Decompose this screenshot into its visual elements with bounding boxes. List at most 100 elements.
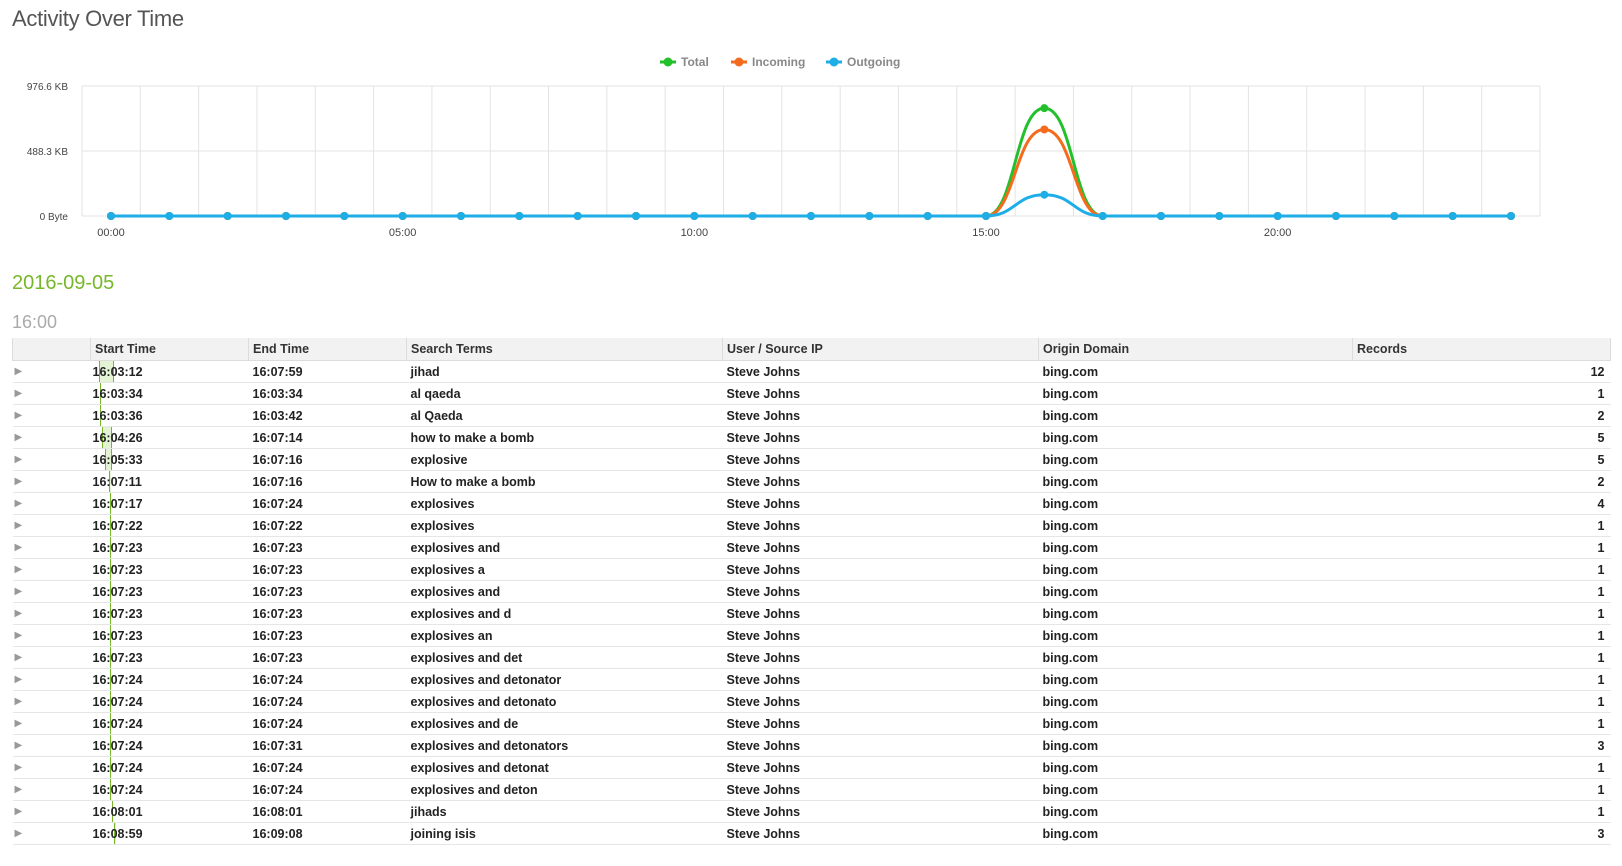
caret-right-icon[interactable]: ▶ [15,806,23,817]
caret-right-icon[interactable]: ▶ [15,542,23,553]
data-point-outgoing [982,212,990,220]
chart-legend[interactable]: Total Incoming Outgoing [660,55,900,69]
expand-toggle[interactable]: ▶ [12,690,91,713]
expand-toggle[interactable]: ▶ [12,624,91,647]
table-row[interactable]: ▶ 16:03:36 16:03:42 al Qaeda Steve Johns bing… [12,404,1611,427]
expand-toggle[interactable]: ▶ [12,448,91,471]
caret-right-icon[interactable]: ▶ [15,388,23,399]
table-row[interactable]: ▶ 16:07:24 16:07:24 explosives and deton Ste… [12,778,1611,801]
end-time-cell: 16:07:22 [248,514,407,537]
caret-right-icon[interactable]: ▶ [15,828,23,839]
data-point-outgoing [807,212,815,220]
expand-toggle[interactable]: ▶ [12,580,91,603]
table-row[interactable]: ▶ 16:07:24 16:07:24 explosives and detonat S… [12,756,1611,779]
column-header-records[interactable]: Records [1352,338,1611,361]
expand-toggle[interactable]: ▶ [12,536,91,559]
x-axis-ticks: 00:00 05:00 10:00 15:00 20:00 [97,227,1291,239]
table-row[interactable]: ▶ 16:07:24 16:07:31 explosives and detonato… [12,734,1611,757]
caret-right-icon[interactable]: ▶ [15,410,23,421]
expand-toggle[interactable]: ▶ [12,514,91,537]
caret-right-icon[interactable]: ▶ [15,784,23,795]
start-time-cell: 16:03:12 [90,360,249,383]
table-row[interactable]: ▶ 16:05:33 16:07:16 explosive Steve Johns bin… [12,448,1611,471]
caret-right-icon[interactable]: ▶ [15,608,23,619]
expand-toggle[interactable]: ▶ [12,492,91,515]
caret-right-icon[interactable]: ▶ [15,454,23,465]
data-point-outgoing [515,212,524,220]
caret-right-icon[interactable]: ▶ [15,476,23,487]
column-header-end-time[interactable]: End Time [248,338,407,361]
column-header-search-terms[interactable]: Search Terms [406,338,723,361]
expand-toggle[interactable]: ▶ [12,360,91,383]
legend-item-outgoing[interactable]: Outgoing [826,55,900,69]
end-time-cell: 16:07:31 [248,734,407,757]
table-row[interactable]: ▶ 16:07:24 16:07:24 explosives and detonato… [12,690,1611,713]
start-time-cell: 16:07:17 [90,492,249,515]
expand-toggle[interactable]: ▶ [12,646,91,669]
table-row[interactable]: ▶ 16:07:23 16:07:23 explosives and d Steve J… [12,602,1611,625]
start-time-cell: 16:05:33 [90,448,249,471]
caret-right-icon[interactable]: ▶ [15,740,23,751]
caret-right-icon[interactable]: ▶ [15,564,23,575]
records-cell: 5 [1352,426,1611,449]
table-row[interactable]: ▶ 16:03:12 16:07:59 jihad Steve Johns bing.co… [12,360,1611,383]
table-row[interactable]: ▶ 16:07:23 16:07:23 explosives a Steve Johns… [12,558,1611,581]
start-time-cell: 16:03:34 [90,382,249,405]
table-row[interactable]: ▶ 16:07:24 16:07:24 explosives and detonato… [12,668,1611,691]
start-time-cell: 16:03:36 [90,404,249,427]
table-row[interactable]: ▶ 16:07:23 16:07:23 explosives an Steve John… [12,624,1611,647]
origin-domain-cell: bing.com [1038,646,1353,669]
data-point-outgoing [1098,212,1107,220]
table-row[interactable]: ▶ 16:03:34 16:03:34 al qaeda Steve Johns bing… [12,382,1611,405]
table-row[interactable]: ▶ 16:07:23 16:07:23 explosives and Steve Joh… [12,580,1611,603]
end-time-cell: 16:07:24 [248,778,407,801]
table-row[interactable]: ▶ 16:07:23 16:07:23 explosives and Steve Joh… [12,536,1611,559]
legend-item-incoming[interactable]: Incoming [731,55,805,69]
legend-item-total[interactable]: Total [660,55,709,69]
caret-right-icon[interactable]: ▶ [15,652,23,663]
table-row[interactable]: ▶ 16:07:17 16:07:24 explosives Steve Johns bi… [12,492,1611,515]
table-row[interactable]: ▶ 16:07:22 16:07:22 explosives Steve Johns bi… [12,514,1611,537]
caret-right-icon[interactable]: ▶ [15,762,23,773]
expand-column-header [12,338,91,361]
expand-toggle[interactable]: ▶ [12,382,91,405]
caret-right-icon[interactable]: ▶ [15,696,23,707]
table-row[interactable]: ▶ 16:08:59 16:09:08 joining isis Steve Johns… [12,822,1611,845]
table-row[interactable]: ▶ 16:07:11 16:07:16 How to make a bomb Steve… [12,470,1611,493]
caret-right-icon[interactable]: ▶ [15,586,23,597]
expand-toggle[interactable]: ▶ [12,426,91,449]
data-point-outgoing [1273,212,1282,220]
start-time-text: 16:07:24 [92,672,143,687]
start-time-cell: 16:04:26 [90,426,249,449]
expand-toggle[interactable]: ▶ [12,470,91,493]
origin-domain-cell: bing.com [1038,558,1353,581]
expand-toggle[interactable]: ▶ [12,778,91,801]
table-row[interactable]: ▶ 16:07:24 16:07:24 explosives and de Steve … [12,712,1611,735]
expand-toggle[interactable]: ▶ [12,734,91,757]
table-row[interactable]: ▶ 16:08:01 16:08:01 jihads Steve Johns bing.c… [12,800,1611,823]
expand-toggle[interactable]: ▶ [12,756,91,779]
expand-toggle[interactable]: ▶ [12,668,91,691]
caret-right-icon[interactable]: ▶ [15,630,23,641]
column-header-start-time[interactable]: Start Time [90,338,249,361]
origin-domain-cell: bing.com [1038,690,1353,713]
expand-toggle[interactable]: ▶ [12,602,91,625]
column-header-origin-domain[interactable]: Origin Domain [1038,338,1353,361]
caret-right-icon[interactable]: ▶ [15,366,23,377]
start-time-text: 16:07:23 [92,584,143,599]
expand-toggle[interactable]: ▶ [12,800,91,823]
caret-right-icon[interactable]: ▶ [15,674,23,685]
expand-toggle[interactable]: ▶ [12,558,91,581]
records-cell: 12 [1352,360,1611,383]
column-header-user-source-ip[interactable]: User / Source IP [722,338,1039,361]
caret-right-icon[interactable]: ▶ [15,718,23,729]
table-row[interactable]: ▶ 16:04:26 16:07:14 how to make a bomb Steve… [12,426,1611,449]
table-row[interactable]: ▶ 16:07:23 16:07:23 explosives and det Steve… [12,646,1611,669]
caret-right-icon[interactable]: ▶ [15,432,23,443]
caret-right-icon[interactable]: ▶ [15,520,23,531]
expand-toggle[interactable]: ▶ [12,822,91,845]
user-cell: Steve Johns [722,426,1039,449]
expand-toggle[interactable]: ▶ [12,404,91,427]
caret-right-icon[interactable]: ▶ [15,498,23,509]
expand-toggle[interactable]: ▶ [12,712,91,735]
